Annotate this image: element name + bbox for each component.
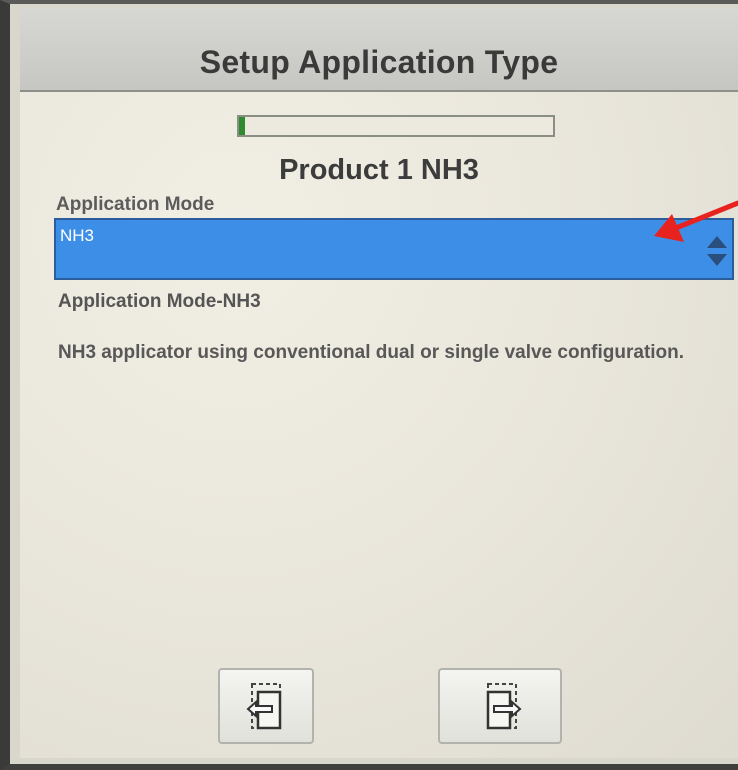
application-mode-name: Application Mode-NH3 <box>58 291 261 312</box>
up-down-arrows-icon <box>706 234 728 268</box>
application-mode-value: NH3 <box>60 226 95 245</box>
next-button[interactable] <box>438 668 562 744</box>
application-mode-description: NH3 applicator using conventional dual o… <box>58 342 685 363</box>
product-title: Product 1 NH3 <box>279 154 479 186</box>
progress-bar <box>237 115 555 137</box>
display-screen: Setup Application Type Product 1 NH3 App… <box>20 8 738 758</box>
display-bezel: Setup Application Type Product 1 NH3 App… <box>0 0 738 770</box>
application-mode-label: Application Mode <box>56 194 215 215</box>
title-bar: Setup Application Type <box>20 8 738 92</box>
page-title: Setup Application Type <box>199 44 559 80</box>
application-mode-dropdown[interactable]: NH3 <box>54 218 734 280</box>
progress-fill <box>239 117 246 135</box>
previous-button[interactable] <box>218 668 314 744</box>
